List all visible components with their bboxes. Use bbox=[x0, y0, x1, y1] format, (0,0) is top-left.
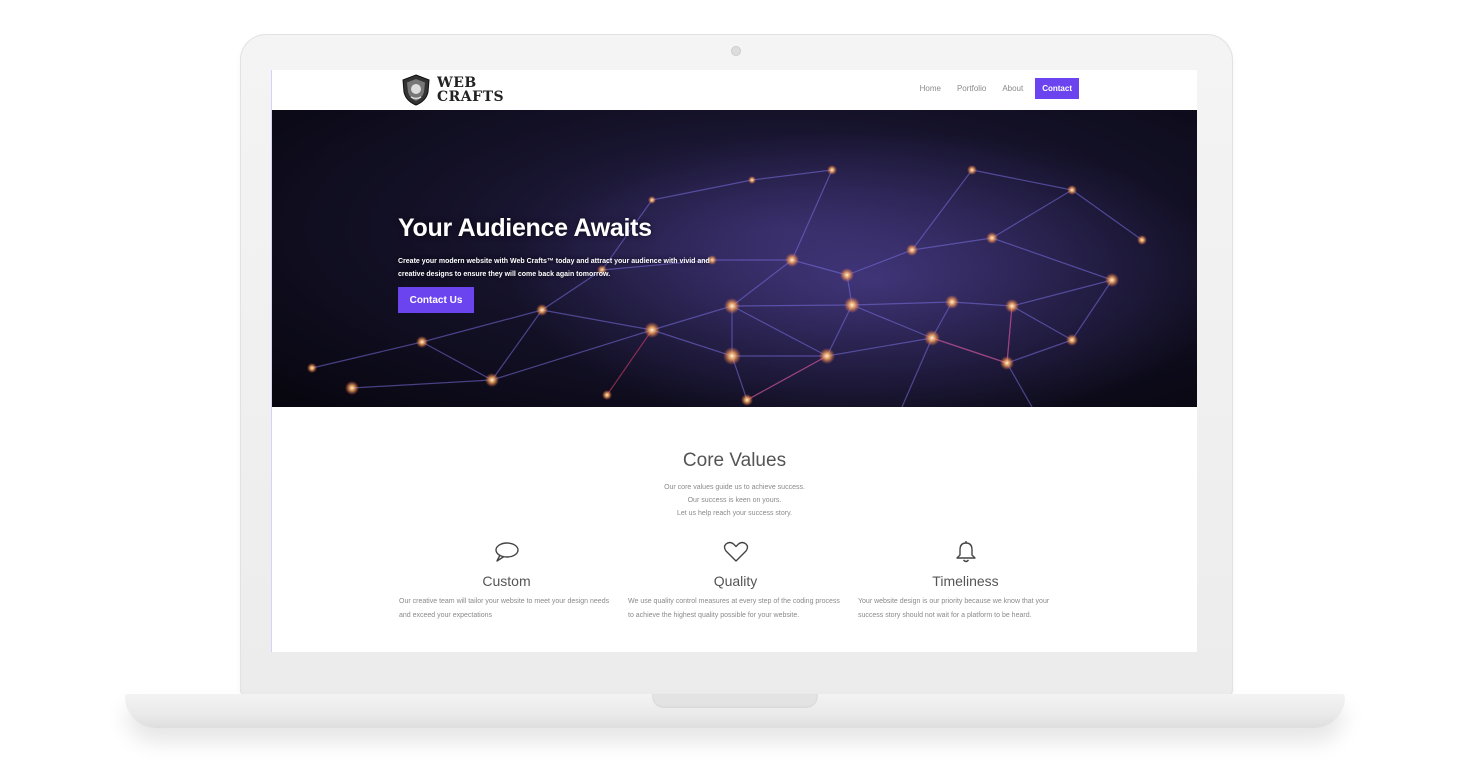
subtitle-line-2: Our success is keen on yours. bbox=[687, 497, 782, 504]
nav-home[interactable]: Home bbox=[920, 84, 941, 93]
value-description: Our creative team will tailor your websi… bbox=[399, 598, 610, 619]
hero-description: Create your modern website with Web Craf… bbox=[398, 258, 710, 278]
heart-icon bbox=[723, 541, 748, 562]
navbar: WEB CRAFTS Home Portfolio About Contact bbox=[272, 70, 1197, 110]
subtitle-line-1: Our core values guide us to achieve succ… bbox=[664, 484, 805, 491]
value-card-timeliness: Timeliness Your website design is our pr… bbox=[858, 540, 1073, 622]
value-title: Timeliness bbox=[932, 573, 999, 589]
logo-text: WEB CRAFTS bbox=[437, 76, 504, 104]
nav-links: Home Portfolio About Contact bbox=[904, 78, 1079, 99]
nav-portfolio[interactable]: Portfolio bbox=[957, 84, 986, 93]
website-screen: WEB CRAFTS Home Portfolio About Contact bbox=[271, 70, 1197, 652]
logo[interactable]: WEB CRAFTS bbox=[399, 73, 504, 107]
value-card-custom: Custom Our creative team will tailor you… bbox=[399, 540, 614, 622]
bell-icon bbox=[955, 541, 976, 563]
core-values-subtitle: Our core values guide us to achieve succ… bbox=[272, 481, 1197, 520]
core-values-heading: Core Values bbox=[682, 450, 787, 471]
subtitle-line-3: Let us help reach your success story. bbox=[676, 510, 793, 517]
value-description: Your website design is our priority beca… bbox=[858, 598, 1050, 619]
nav-contact-button[interactable]: Contact bbox=[1035, 78, 1079, 99]
hero-section: Your Audience Awaits Create your modern … bbox=[272, 110, 1197, 407]
hero-title: Your Audience Awaits bbox=[398, 214, 652, 242]
webcam bbox=[731, 46, 741, 56]
logo-line-2: CRAFTS bbox=[437, 89, 505, 105]
value-title: Quality bbox=[713, 573, 758, 589]
laptop-notch bbox=[652, 694, 818, 708]
value-title: Custom bbox=[482, 573, 531, 589]
contact-us-button[interactable]: Contact Us bbox=[398, 287, 474, 313]
nav-about[interactable]: About bbox=[1002, 84, 1023, 93]
logo-line-1: WEB bbox=[437, 75, 477, 91]
value-description: We use quality control measures at every… bbox=[628, 598, 840, 619]
value-card-quality: Quality We use quality control measures … bbox=[628, 540, 843, 622]
speech-bubble-icon bbox=[494, 542, 519, 562]
shield-logo-icon bbox=[402, 74, 430, 106]
